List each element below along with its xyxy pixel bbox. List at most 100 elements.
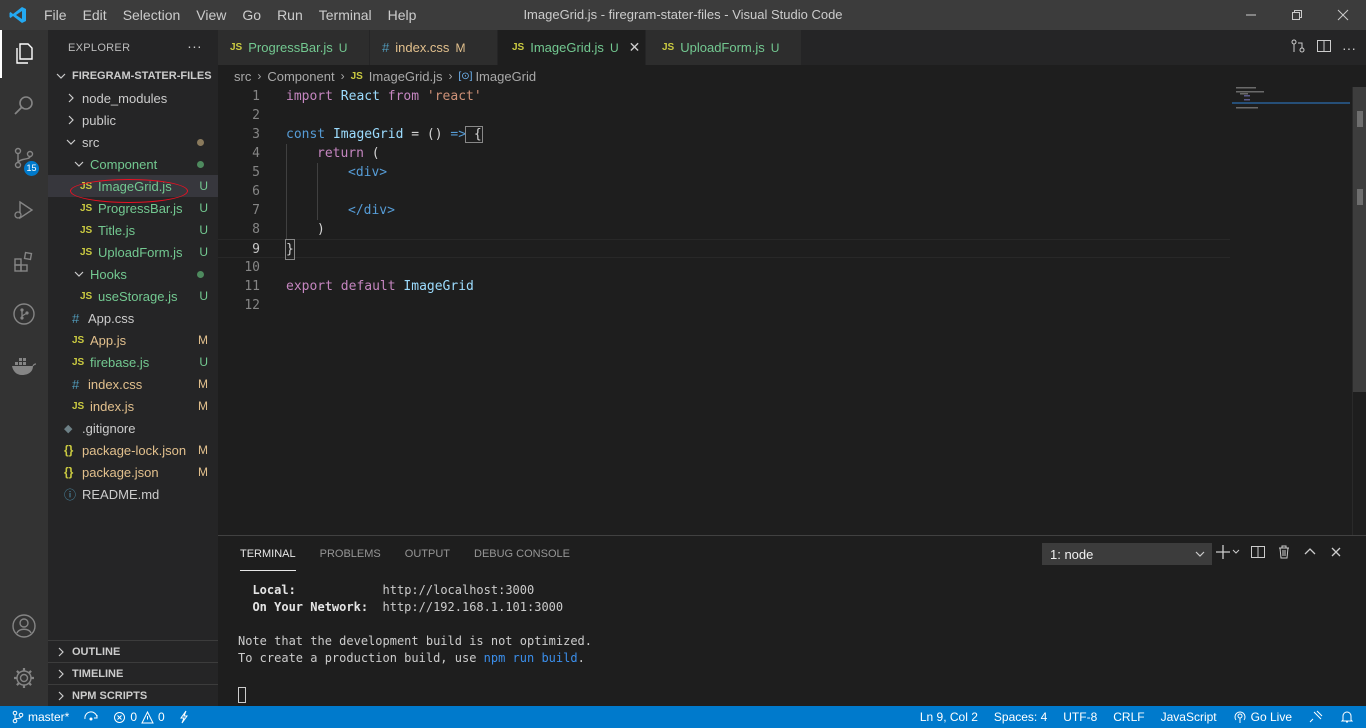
menu-edit[interactable]: Edit: [75, 0, 115, 30]
git-status: M: [198, 465, 208, 479]
problems-status[interactable]: 0 0: [113, 710, 165, 724]
tab-progressbar[interactable]: JS ProgressBar.js U: [218, 30, 370, 65]
tree-file-index-css[interactable]: # index.css M: [48, 373, 218, 395]
tree-file-gitignore[interactable]: ◆ .gitignore: [48, 417, 218, 439]
close-panel-icon[interactable]: [1328, 544, 1344, 563]
section-label: TIMELINE: [72, 667, 124, 680]
git-status: U: [199, 355, 208, 369]
note-line: Note that the development build is not o…: [238, 634, 593, 648]
more-actions-icon[interactable]: ···: [1342, 40, 1356, 56]
terminal-select[interactable]: 1: node: [1042, 543, 1212, 565]
tree-file-uploadform[interactable]: JS UploadForm.js U: [48, 241, 218, 263]
menu-run[interactable]: Run: [269, 0, 311, 30]
breadcrumb-file[interactable]: ImageGrid.js: [369, 69, 443, 84]
warning-icon: [141, 710, 154, 723]
tab-terminal[interactable]: TERMINAL: [240, 536, 296, 571]
tree-file-app-js[interactable]: JS App.js M: [48, 329, 218, 351]
tree-folder-node-modules[interactable]: node_modules: [48, 87, 218, 109]
git-status: U: [199, 245, 208, 259]
go-live-button[interactable]: Go Live: [1233, 710, 1292, 724]
branch-status[interactable]: master*: [12, 710, 69, 724]
tree-file-package-lock[interactable]: {} package-lock.json M: [48, 439, 218, 461]
tab-imagegrid[interactable]: JS ImageGrid.js U ✕: [498, 30, 646, 65]
tree-file-usestorage[interactable]: JS useStorage.js U: [48, 285, 218, 307]
indentation[interactable]: Spaces: 4: [994, 710, 1047, 724]
tree-file-app-css[interactable]: # App.css: [48, 307, 218, 329]
minimap[interactable]: [1232, 87, 1352, 535]
git-status: M: [198, 333, 208, 347]
restore-button[interactable]: [1274, 0, 1320, 30]
menu-file[interactable]: File: [36, 0, 75, 30]
run-debug-icon[interactable]: [0, 186, 48, 234]
close-tab-icon[interactable]: ✕: [629, 39, 641, 56]
git-status: U: [199, 289, 208, 303]
new-terminal-icon[interactable]: [1216, 544, 1240, 563]
trash-icon[interactable]: [1276, 544, 1292, 563]
docker-icon[interactable]: [0, 342, 48, 390]
outline-section[interactable]: OUTLINE: [48, 640, 218, 662]
language-mode[interactable]: JavaScript: [1161, 710, 1217, 724]
code-line-current: 9 }: [218, 239, 1230, 260]
scrollbar-thumb[interactable]: [1353, 87, 1366, 392]
extensions-icon[interactable]: [0, 238, 48, 286]
breadcrumb-src[interactable]: src: [234, 69, 251, 84]
tree-folder-component[interactable]: Component: [48, 153, 218, 175]
tab-label: ProgressBar.js: [248, 40, 333, 55]
tree-file-title[interactable]: JS Title.js U: [48, 219, 218, 241]
tab-problems[interactable]: PROBLEMS: [320, 536, 381, 571]
tab-debug-console[interactable]: DEBUG CONSOLE: [474, 536, 570, 571]
lightning-icon[interactable]: [179, 710, 189, 724]
close-window-button[interactable]: [1320, 0, 1366, 30]
line-number: 5: [252, 165, 260, 180]
git-graph-icon[interactable]: [0, 290, 48, 338]
split-editor-icon[interactable]: [1316, 38, 1332, 57]
error-count: 0: [130, 710, 138, 724]
terminal-output[interactable]: Local: http://localhost:3000 On Your Net…: [238, 582, 592, 667]
menu-go[interactable]: Go: [234, 0, 269, 30]
more-actions-icon[interactable]: ···: [187, 38, 202, 54]
tree-file-package-json[interactable]: {} package.json M: [48, 461, 218, 483]
tree-folder-hooks[interactable]: Hooks: [48, 263, 218, 285]
tree-file-readme[interactable]: ⓘ README.md: [48, 483, 218, 505]
tree-folder-public[interactable]: public: [48, 109, 218, 131]
error-icon: [114, 711, 126, 723]
end-of-line[interactable]: CRLF: [1113, 710, 1144, 724]
cursor-position[interactable]: Ln 9, Col 2: [920, 710, 978, 724]
tree-file-firebase[interactable]: JS firebase.js U: [48, 351, 218, 373]
notifications-bell-icon[interactable]: [1340, 710, 1354, 724]
scroll-marker: [1357, 189, 1363, 205]
source-control-icon[interactable]: 15: [0, 134, 48, 182]
tab-uploadform[interactable]: JS UploadForm.js U: [646, 30, 802, 65]
line-number: 3: [252, 127, 260, 142]
menu-selection[interactable]: Selection: [115, 0, 189, 30]
code-line: 11 export default ImageGrid: [218, 277, 1230, 296]
tree-folder-src[interactable]: src: [48, 131, 218, 153]
split-terminal-icon[interactable]: [1250, 544, 1266, 563]
encoding[interactable]: UTF-8: [1063, 710, 1097, 724]
npm-scripts-section[interactable]: NPM SCRIPTS: [48, 684, 218, 706]
breadcrumb-symbol[interactable]: ImageGrid: [475, 69, 536, 84]
js-file-icon: JS: [80, 246, 93, 258]
minimize-button[interactable]: [1228, 0, 1274, 30]
workspace-folder-title[interactable]: FIREGRAM-STATER-FILES: [48, 65, 218, 87]
tree-file-index-js[interactable]: JS index.js M: [48, 395, 218, 417]
open-changes-icon[interactable]: [1290, 38, 1306, 57]
feedback-icon[interactable]: [1308, 710, 1324, 724]
tab-output[interactable]: OUTPUT: [405, 536, 450, 571]
git-status: M: [198, 399, 208, 413]
breadcrumb-component[interactable]: Component: [267, 69, 334, 84]
settings-gear-icon[interactable]: [0, 654, 48, 702]
menu-view[interactable]: View: [188, 0, 234, 30]
code-editor[interactable]: 1 import React from 'react' 2 3 const Im…: [218, 87, 1366, 535]
search-icon[interactable]: [0, 82, 48, 130]
editor-scrollbar[interactable]: [1352, 87, 1366, 535]
menu-terminal[interactable]: Terminal: [311, 0, 380, 30]
git-status: U: [199, 179, 208, 193]
tab-index-css[interactable]: # index.css M: [370, 30, 498, 65]
accounts-icon[interactable]: [0, 602, 48, 650]
maximize-panel-icon[interactable]: [1302, 544, 1318, 563]
timeline-section[interactable]: TIMELINE: [48, 662, 218, 684]
sync-icon[interactable]: [83, 711, 99, 723]
explorer-icon[interactable]: [0, 30, 48, 78]
menu-help[interactable]: Help: [380, 0, 425, 30]
